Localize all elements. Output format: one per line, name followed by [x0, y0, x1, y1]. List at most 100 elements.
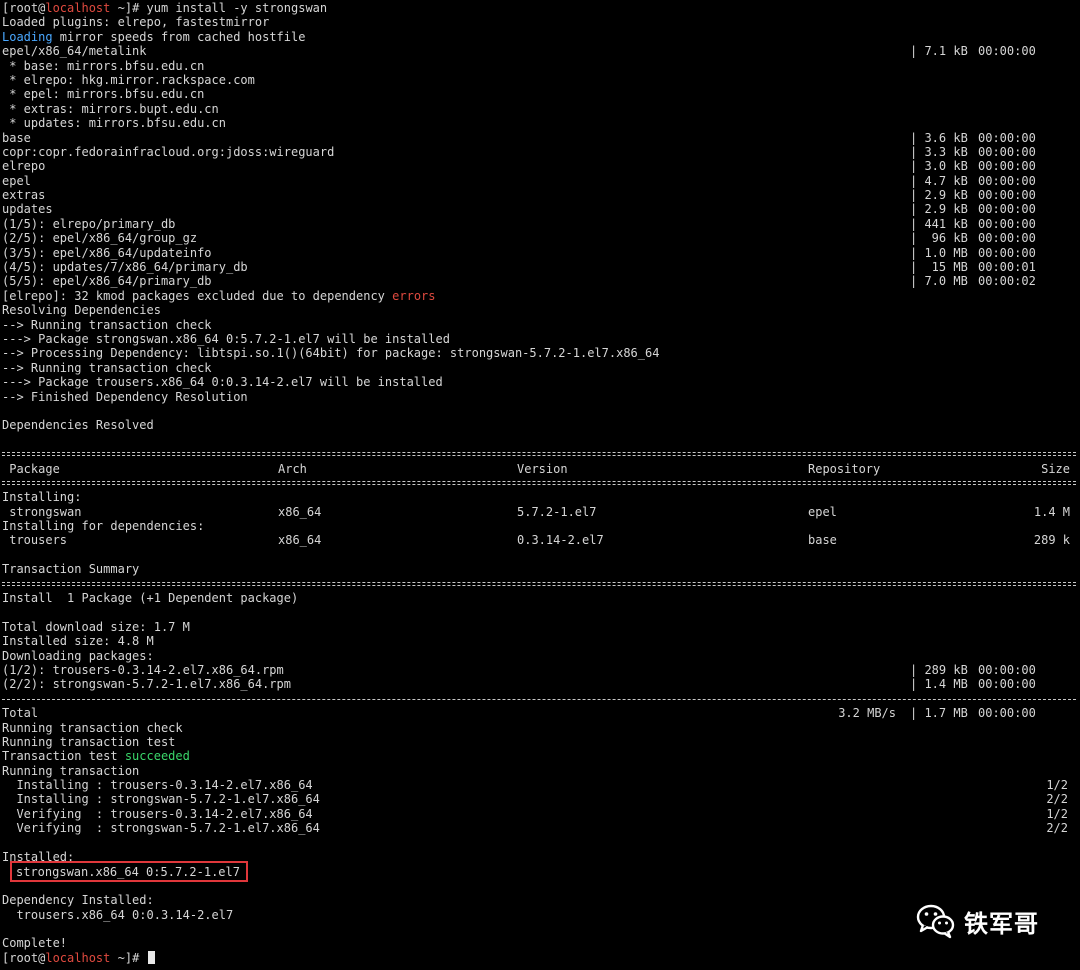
output-line: (1/2): trousers-0.3.14-2.el7.x86_64.rpm |… [2, 663, 1076, 677]
output-text: Running transaction test [2, 734, 176, 749]
output-text: base [2, 130, 31, 145]
package-table-row: trousers x86_64 0.3.14-2.el7 base 289 k [2, 533, 1076, 547]
output-text: trousers.x86_64 0:0.3.14-2.el7 [2, 907, 234, 922]
output-text: Total [2, 706, 39, 721]
output-text: Running transaction [2, 763, 140, 778]
output-text: Install 1 Package (+1 Dependent package) [2, 591, 299, 606]
output-text: Installing : trousers-0.3.14-2.el7.x86_6… [2, 778, 313, 793]
download-size: | 3.6 kB [910, 130, 968, 145]
output-line: Complete! [2, 936, 1076, 950]
output-text: * extras: mirrors.bupt.edu.cn [2, 101, 219, 116]
elapsed-time: 00:00:00 [978, 44, 1036, 59]
output-text: elrepo [2, 159, 46, 174]
output-text: ---> Package strongswan.x86_64 0:5.7.2-1… [2, 331, 450, 346]
table-cell-package: strongswan [2, 504, 82, 519]
output-text: Loaded plugins: elrepo, fastestmirror [2, 15, 270, 30]
output-line: epel/x86_64/metalink | 7.1 kB 00:00:00 [2, 44, 1076, 58]
output-line: (5/5): epel/x86_64/primary_db | 7.0 MB 00:… [2, 274, 1076, 288]
output-text: (1/2): trousers-0.3.14-2.el7.x86_64.rpm [2, 662, 284, 677]
download-size: | 7.0 MB [910, 274, 968, 289]
terminal-window[interactable]: [root@localhost ~]# yum install -y stron… [2, 1, 1076, 965]
output-text: Running transaction check [2, 720, 183, 735]
progress-count: 1/2 [1046, 778, 1068, 793]
output-line: Verifying : trousers-0.3.14-2.el7.x86_64… [2, 807, 1076, 821]
separator-line [2, 476, 1076, 490]
watermark: 铁军哥 [916, 898, 1039, 944]
output-text: * updates: mirrors.bfsu.edu.cn [2, 116, 226, 131]
output-line: [elrepo]: 32 kmod packages excluded due … [2, 289, 1076, 303]
installed-package-line: strongswan.x86_64 0:5.7.2-1.el7 [2, 861, 1076, 883]
table-cell-version: Version [517, 461, 568, 476]
output-text: Verifying : trousers-0.3.14-2.el7.x86_64 [2, 806, 313, 821]
download-size: | 1.7 MB [910, 706, 968, 721]
output-line: Dependency Installed: [2, 893, 1076, 907]
output-line: extras | 2.9 kB 00:00:00 [2, 188, 1076, 202]
elapsed-time: 00:00:02 [978, 274, 1036, 289]
download-size: | 96 kB [910, 231, 968, 246]
elapsed-time: 00:00:01 [978, 260, 1036, 275]
download-size: | 4.7 kB [910, 173, 968, 188]
output-line: (4/5): updates/7/x86_64/primary_db | 15 M… [2, 260, 1076, 274]
progress-count: 1/2 [1046, 806, 1068, 821]
progress-count: 2/2 [1046, 792, 1068, 807]
prompt-open: [root@ [2, 950, 46, 965]
output-text: ---> Package trousers.x86_64 0:0.3.14-2.… [2, 375, 443, 390]
output-text: updates [2, 202, 53, 217]
prompt-hostname: localhost [45, 950, 111, 965]
output-line: * elrepo: hkg.mirror.rackspace.com [2, 73, 1076, 87]
output-text: --> Running transaction check [2, 317, 212, 332]
output-text: Resolving Dependencies [2, 303, 161, 318]
output-text: epel/x86_64/metalink [2, 44, 147, 59]
download-size: | 7.1 kB [910, 44, 968, 59]
output-line: --> Running transaction check [2, 318, 1076, 332]
download-size: | 1.0 MB [910, 245, 968, 260]
output-line: Running transaction test [2, 735, 1076, 749]
output-line: Installing : trousers-0.3.14-2.el7.x86_6… [2, 778, 1076, 792]
output-line: Transaction Summary [2, 562, 1076, 576]
download-size: | 289 kB [910, 662, 968, 677]
wechat-icon [916, 904, 955, 939]
output-line: updates | 2.9 kB 00:00:00 [2, 202, 1076, 216]
output-line: epel | 4.7 kB 00:00:00 [2, 174, 1076, 188]
output-line: base | 3.6 kB 00:00:00 [2, 131, 1076, 145]
elapsed-time: 00:00:00 [978, 159, 1036, 174]
output-line: * updates: mirrors.bfsu.edu.cn [2, 116, 1076, 130]
command-text: yum install -y strongswan [146, 1, 328, 15]
terminal-cursor[interactable] [147, 950, 155, 964]
elapsed-time: 00:00:00 [978, 706, 1036, 721]
prompt-line[interactable]: [root@localhost ~]# [2, 950, 1076, 965]
output-text: Complete! [2, 936, 68, 951]
output-line: Total download size: 1.7 M [2, 620, 1076, 634]
output-line: Dependencies Resolved [2, 418, 1076, 432]
output-text: * base: mirrors.bfsu.edu.cn [2, 58, 205, 73]
output-text: (1/5): elrepo/primary_db [2, 216, 176, 231]
output-line: trousers.x86_64 0:0.3.14-2.el7 [2, 908, 1076, 922]
output-text: [elrepo]: 32 kmod packages excluded due … [2, 288, 393, 303]
output-text: --> Running transaction check [2, 360, 212, 375]
watermark-text: 铁军哥 [964, 909, 1039, 938]
output-line: Installing : strongswan-5.7.2-1.el7.x86_… [2, 792, 1076, 806]
output-line: Transaction test succeeded [2, 749, 1076, 763]
table-cell-version: 5.7.2-1.el7 [517, 504, 597, 519]
output-line: * base: mirrors.bfsu.edu.cn [2, 59, 1076, 73]
prompt-close: ~]# [110, 950, 147, 965]
download-size: | 1.4 MB [910, 677, 968, 692]
download-size: | 3.3 kB [910, 144, 968, 159]
table-cell-size: Size [1041, 461, 1070, 476]
output-line: Installed size: 4.8 M [2, 634, 1076, 648]
output-text: Installing for dependencies: [2, 519, 205, 534]
output-text-error: errors [392, 288, 436, 303]
elapsed-time: 00:00:00 [978, 202, 1036, 217]
output-text: Transaction test [2, 749, 125, 764]
output-text: Total download size: 1.7 M [2, 619, 190, 634]
output-line: ---> Package strongswan.x86_64 0:5.7.2-1… [2, 332, 1076, 346]
output-text: Transaction Summary [2, 562, 140, 577]
table-cell-arch: x86_64 [278, 533, 322, 548]
output-line: Loading mirror speeds from cached hostfi… [2, 30, 1076, 44]
output-text: (5/5): epel/x86_64/primary_db [2, 274, 212, 289]
